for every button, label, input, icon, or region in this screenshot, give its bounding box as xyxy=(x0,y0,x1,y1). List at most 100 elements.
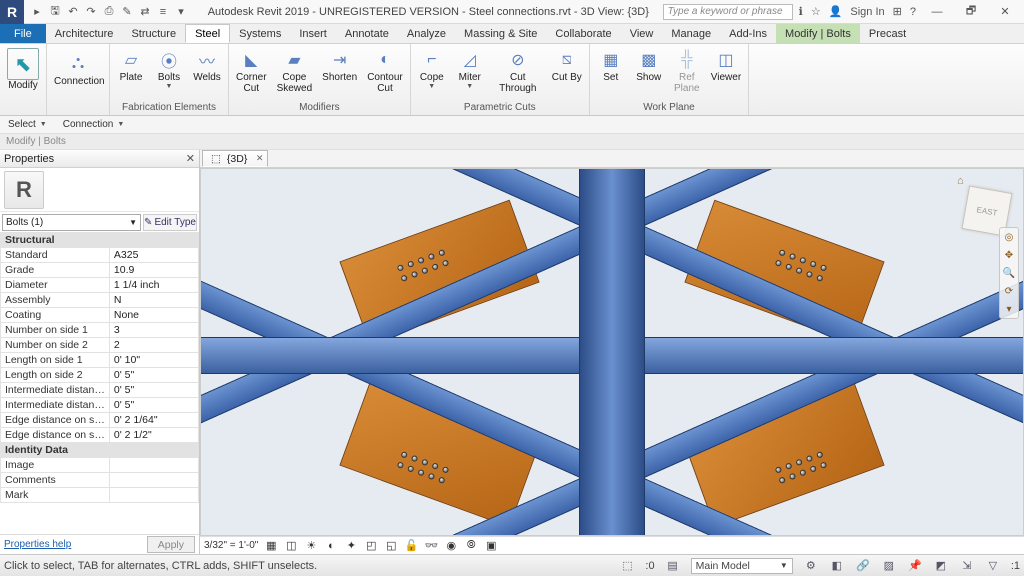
property-value[interactable]: A325 xyxy=(109,248,198,263)
property-row[interactable]: Edge distance on side 10' 2 1/64" xyxy=(1,413,199,428)
home-icon[interactable]: ⌂ xyxy=(957,175,964,187)
star-icon[interactable]: ☆ xyxy=(811,5,821,18)
drag-elements-icon[interactable]: ⇲ xyxy=(959,559,975,573)
orbit-icon[interactable]: ⟳ xyxy=(1002,284,1016,298)
property-value[interactable]: 10.9 xyxy=(109,263,198,278)
worksets-icon[interactable]: ▤ xyxy=(665,559,681,573)
render-icon[interactable]: ✦ xyxy=(344,539,358,553)
person-icon[interactable]: 👤 xyxy=(829,5,843,18)
property-row[interactable]: Length on side 20' 5" xyxy=(1,368,199,383)
cope-button[interactable]: ⌐Cope▼ xyxy=(415,46,449,92)
tab-manage[interactable]: Manage xyxy=(662,24,720,43)
select-dropdown[interactable]: Select▼ xyxy=(0,119,55,130)
property-value[interactable]: 0' 5" xyxy=(109,383,198,398)
sun-path-icon[interactable]: ☀ xyxy=(304,539,318,553)
ref-plane-button[interactable]: ╬Ref Plane xyxy=(670,46,704,96)
property-value[interactable]: 0' 5" xyxy=(109,368,198,383)
tab-massing[interactable]: Massing & Site xyxy=(455,24,546,43)
tab-addins[interactable]: Add-Ins xyxy=(720,24,776,43)
property-value[interactable]: 0' 2 1/64" xyxy=(109,413,198,428)
property-row[interactable]: StandardA325 xyxy=(1,248,199,263)
restore-button[interactable]: 🗗 xyxy=(958,3,984,21)
apply-button[interactable]: Apply xyxy=(147,536,195,553)
close-icon[interactable]: ✕ xyxy=(186,152,195,165)
property-row[interactable]: Mark xyxy=(1,488,199,503)
tab-insert[interactable]: Insert xyxy=(290,24,336,43)
bolts-button[interactable]: ⦿Bolts▼ xyxy=(152,46,186,92)
shadows-icon[interactable]: ◐ xyxy=(324,539,338,553)
analytical-icon[interactable]: ⦾ xyxy=(464,539,478,553)
chevron-down-icon[interactable]: ▾ xyxy=(1002,302,1016,316)
property-row[interactable]: CoatingNone xyxy=(1,308,199,323)
tab-annotate[interactable]: Annotate xyxy=(336,24,398,43)
workset-selector[interactable]: Main Model▼ xyxy=(691,558,793,574)
modify-button[interactable]: ⬉ Modify xyxy=(4,46,42,93)
cope-skewed-button[interactable]: ▰Cope Skewed xyxy=(274,46,316,96)
tab-systems[interactable]: Systems xyxy=(230,24,290,43)
property-row[interactable]: AssemblyN xyxy=(1,293,199,308)
property-row[interactable]: Length on side 10' 10" xyxy=(1,353,199,368)
property-row[interactable]: Grade10.9 xyxy=(1,263,199,278)
status-select-icon[interactable]: ⬚ xyxy=(619,559,635,573)
qat-sync-icon[interactable]: ⇄ xyxy=(138,5,152,19)
connection-button[interactable]: ⛬ Connection xyxy=(51,46,105,89)
help-icon[interactable]: ? xyxy=(910,6,916,18)
help-search-input[interactable]: Type a keyword or phrase xyxy=(663,4,793,20)
qat-redo-icon[interactable]: ↷ xyxy=(84,5,98,19)
design-options-icon[interactable]: ⚙ xyxy=(803,559,819,573)
crop-visible-icon[interactable]: ◱ xyxy=(384,539,398,553)
property-value[interactable]: 0' 5" xyxy=(109,398,198,413)
property-value[interactable]: 0' 10" xyxy=(109,353,198,368)
qat-print-icon[interactable]: ⎙ xyxy=(102,5,116,19)
property-value[interactable] xyxy=(109,473,198,488)
show-button[interactable]: ▩Show xyxy=(632,46,666,85)
property-row[interactable]: Edge distance on side 20' 2 1/2" xyxy=(1,428,199,443)
cut-through-button[interactable]: ⊘Cut Through xyxy=(491,46,545,96)
tab-precast[interactable]: Precast xyxy=(860,24,915,43)
select-face-icon[interactable]: ◩ xyxy=(933,559,949,573)
plate-button[interactable]: ▱Plate xyxy=(114,46,148,85)
minimize-button[interactable]: — xyxy=(924,3,950,21)
pan-icon[interactable]: ✥ xyxy=(1002,248,1016,262)
filter-icon[interactable]: ▽ xyxy=(985,559,1001,573)
graphics-icon[interactable]: ▦ xyxy=(264,539,278,553)
select-links-icon[interactable]: 🔗 xyxy=(855,559,871,573)
edit-type-button[interactable]: ✎ Edit Type xyxy=(143,214,197,231)
close-icon[interactable]: ✕ xyxy=(256,153,264,164)
property-row[interactable]: Number on side 13 xyxy=(1,323,199,338)
contour-cut-button[interactable]: ◐Contour Cut xyxy=(364,46,406,96)
close-button[interactable]: ✕ xyxy=(992,3,1018,21)
cut-by-button[interactable]: ⧅Cut By xyxy=(549,46,585,85)
tab-view[interactable]: View xyxy=(621,24,663,43)
property-value[interactable] xyxy=(109,458,198,473)
qat-open-icon[interactable]: ▸ xyxy=(30,5,44,19)
set-button[interactable]: ▦Set xyxy=(594,46,628,85)
tab-structure[interactable]: Structure xyxy=(122,24,185,43)
view-tab-3d[interactable]: ⬚ {3D} ✕ xyxy=(202,150,268,167)
qat-settings-icon[interactable]: ≡ xyxy=(156,5,170,19)
viewer-button[interactable]: ◫Viewer xyxy=(708,46,744,85)
editable-only-icon[interactable]: ◧ xyxy=(829,559,845,573)
property-row[interactable]: Diameter1 1/4 inch xyxy=(1,278,199,293)
welds-button[interactable]: 〰Welds xyxy=(190,46,224,85)
property-row[interactable]: Intermediate distance o...0' 5" xyxy=(1,398,199,413)
connection-dropdown[interactable]: Connection▼ xyxy=(55,119,133,130)
property-value[interactable]: None xyxy=(109,308,198,323)
reveal-icon[interactable]: ◉ xyxy=(444,539,458,553)
qat-measure-icon[interactable]: ✎ xyxy=(120,5,134,19)
temporary-hide-icon[interactable]: 👓 xyxy=(424,539,438,553)
qat-save-icon[interactable]: 🖫 xyxy=(48,5,62,19)
properties-help-link[interactable]: Properties help xyxy=(4,539,71,550)
select-pinned-icon[interactable]: 📌 xyxy=(907,559,923,573)
sign-in-link[interactable]: Sign In xyxy=(850,6,884,18)
tab-file[interactable]: File xyxy=(0,24,46,43)
crop-icon[interactable]: ◰ xyxy=(364,539,378,553)
steering-wheel-icon[interactable]: ◎ xyxy=(1002,230,1016,244)
property-value[interactable]: 0' 2 1/2" xyxy=(109,428,198,443)
property-row[interactable]: Intermediate distance o...0' 5" xyxy=(1,383,199,398)
tab-analyze[interactable]: Analyze xyxy=(398,24,455,43)
qat-undo-icon[interactable]: ↶ xyxy=(66,5,80,19)
property-value[interactable]: 3 xyxy=(109,323,198,338)
corner-cut-button[interactable]: ◣Corner Cut xyxy=(233,46,270,96)
tab-architecture[interactable]: Architecture xyxy=(46,24,123,43)
